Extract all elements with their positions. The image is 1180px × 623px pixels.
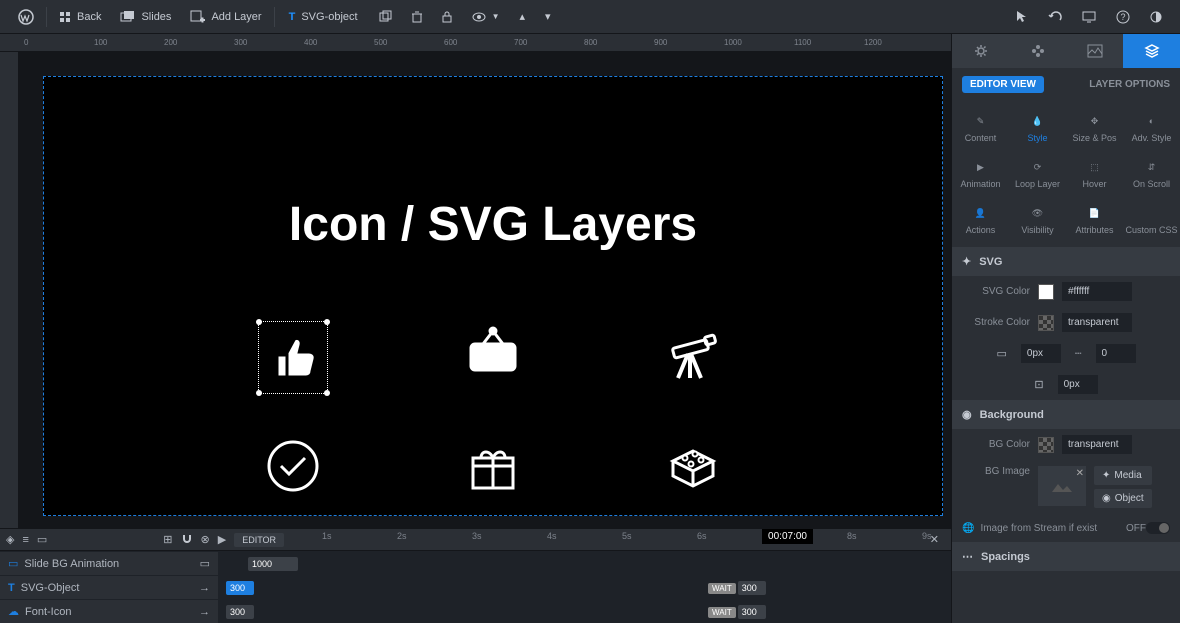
bg-tab-icon[interactable] — [1066, 34, 1123, 68]
dash-icon: ┄ — [1075, 347, 1082, 360]
slide[interactable]: Icon / SVG Layers OPEN — [43, 76, 943, 516]
delete-icon[interactable] — [402, 0, 432, 34]
slides-button[interactable]: Slides — [111, 0, 181, 34]
duplicate-icon[interactable] — [370, 0, 402, 34]
media-button[interactable]: ✦ Media — [1094, 466, 1152, 485]
wordpress-icon[interactable] — [8, 0, 44, 34]
editor-badge[interactable]: EDITOR — [234, 533, 284, 547]
lock-icon[interactable] — [432, 0, 462, 34]
panel-cat-animation[interactable]: ▶Animation — [952, 151, 1009, 197]
layers-tab-icon[interactable] — [1123, 34, 1180, 68]
layer-tab[interactable]: TSVG-object — [277, 0, 370, 34]
panel-cat-onscroll[interactable]: ⇵On Scroll — [1123, 151, 1180, 197]
svg-text:OPEN: OPEN — [475, 350, 512, 365]
text-layer-icon: T — [289, 11, 296, 23]
panel-cat-actions[interactable]: 👤Actions — [952, 197, 1009, 243]
arrow-down-icon[interactable]: ▾ — [535, 0, 561, 34]
timeline-row[interactable]: ☁Font-Icon→ 300WAIT300 — [0, 599, 951, 623]
panel-cat-visibility[interactable]: 👁Visibility — [1009, 197, 1066, 243]
svg-color-swatch[interactable] — [1038, 284, 1054, 300]
timeline-row[interactable]: TSVG-Object→ 300WAIT300 — [0, 575, 951, 599]
back-button[interactable]: Back — [49, 0, 111, 34]
lock2-icon[interactable]: ⊗ — [201, 533, 210, 546]
offset-icon: ⊡ — [1034, 378, 1043, 391]
panel-cat-style[interactable]: 💧Style — [1009, 105, 1066, 151]
svg-section-header[interactable]: ✦SVG — [952, 247, 1180, 276]
bg-section-header[interactable]: ◉Background — [952, 400, 1180, 429]
panel-cat-hover[interactable]: ⬚Hover — [1066, 151, 1123, 197]
globe-icon: ◉ — [962, 408, 972, 421]
svg-text:?: ? — [1120, 12, 1125, 22]
layer-options-label: LAYER OPTIONS — [1089, 79, 1170, 90]
layers-icon[interactable]: ◈ — [6, 533, 14, 546]
val2-input[interactable] — [1096, 344, 1136, 363]
spacings-section-header[interactable]: ⋯Spacings — [952, 542, 1180, 571]
play-icon[interactable]: ▶ — [218, 533, 226, 546]
bg-image-thumbnail[interactable]: ✕ — [1038, 466, 1086, 506]
timeline-ruler: 1s 2s 3s 4s 5s 6s 7s 8s 9s 00:07:00 — [292, 529, 916, 550]
thumbs-up-svg-layer[interactable] — [258, 321, 328, 394]
add-layer-button[interactable]: Add Layer — [181, 0, 271, 34]
editor-view-pill[interactable]: EDITOR VIEW — [962, 76, 1044, 93]
slide-title-text[interactable]: Icon / SVG Layers — [289, 197, 697, 252]
stroke-color-input[interactable] — [1062, 313, 1132, 332]
vertical-ruler — [0, 52, 19, 528]
right-panel: EDITOR VIEW LAYER OPTIONS ✎Content💧Style… — [951, 34, 1180, 623]
contrast-icon[interactable] — [1140, 0, 1172, 34]
grid-icon[interactable]: ⊞ — [163, 533, 172, 546]
list-icon[interactable]: ≡ — [22, 534, 28, 546]
time-indicator[interactable]: 00:07:00 — [762, 529, 813, 544]
panel-cat-attributes[interactable]: 📄Attributes — [1066, 197, 1123, 243]
stroke-color-swatch[interactable] — [1038, 315, 1054, 331]
preview-icon[interactable] — [1072, 0, 1106, 34]
val3-input[interactable] — [1058, 375, 1098, 394]
timeline: ◈ ≡ ▭ ⊞ ⊗ ▶ EDITOR 1s 2s 3s 4s 5s 6s 7s … — [0, 528, 951, 623]
nav-tab-icon[interactable] — [1009, 34, 1066, 68]
panel-cat-customcss[interactable]: Custom CSS — [1123, 197, 1180, 243]
snap-icon[interactable] — [181, 532, 193, 547]
canvas[interactable]: Icon / SVG Layers OPEN — [19, 52, 951, 528]
stream-toggle[interactable] — [1146, 522, 1170, 534]
bg-color-input[interactable] — [1062, 435, 1132, 454]
horizontal-ruler: 0 100 200 300 400 500 600 700 800 900 10… — [0, 34, 951, 52]
top-toolbar: Back Slides Add Layer TSVG-object ▼ ▴ ▾ … — [0, 0, 1180, 34]
help-icon[interactable]: ? — [1106, 0, 1140, 34]
telescope-svg-layer[interactable] — [663, 326, 723, 389]
visibility-icon[interactable]: ▼ — [462, 0, 510, 34]
svg-icon: ✦ — [962, 255, 971, 268]
panel-cat-advstyle[interactable]: ◐Adv. Style — [1123, 105, 1180, 151]
undo-icon[interactable] — [1038, 0, 1072, 34]
folder-icon[interactable]: ▭ — [37, 533, 47, 546]
remove-image-icon[interactable]: ✕ — [1076, 468, 1084, 479]
pointer-icon[interactable] — [1006, 0, 1038, 34]
arrow-up-icon[interactable]: ▴ — [510, 0, 536, 34]
timeline-row[interactable]: ▭Slide BG Animation▭ 1000 — [0, 551, 951, 575]
block-svg-layer[interactable] — [663, 436, 723, 499]
settings-tab-icon[interactable] — [952, 34, 1009, 68]
globe2-icon: 🌐 — [962, 523, 974, 534]
panel-cat-looplayer[interactable]: ⟳Loop Layer — [1009, 151, 1066, 197]
gift-svg-layer[interactable] — [463, 436, 523, 499]
checkmark-svg-layer[interactable] — [263, 436, 323, 499]
bg-color-swatch[interactable] — [1038, 437, 1054, 453]
svg-color-input[interactable] — [1062, 282, 1132, 301]
open-sign-svg-layer[interactable]: OPEN — [463, 326, 523, 389]
object-button[interactable]: ◉ Object — [1094, 489, 1152, 508]
panel-cat-sizepos[interactable]: ✥Size & Pos — [1066, 105, 1123, 151]
width-icon: ▭ — [996, 347, 1006, 360]
panel-cat-content[interactable]: ✎Content — [952, 105, 1009, 151]
val1-input[interactable] — [1021, 344, 1061, 363]
